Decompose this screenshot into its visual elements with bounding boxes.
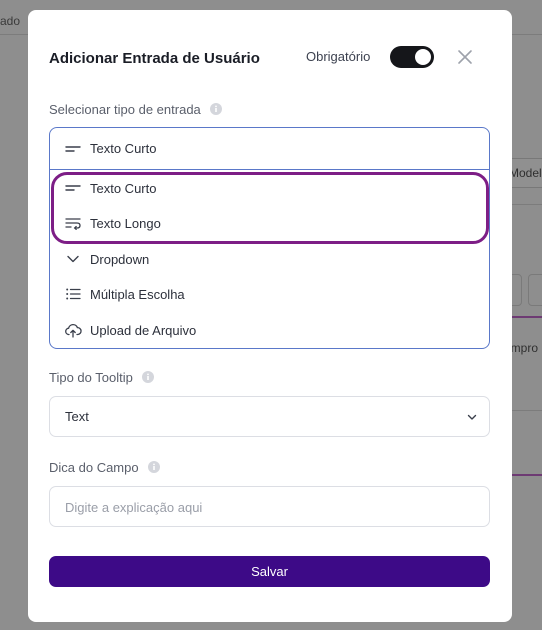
chevron-down-icon bbox=[467, 414, 477, 420]
input-type-current-value: Texto Curto bbox=[90, 141, 157, 156]
field-hint-input[interactable]: Digite a explicação aqui bbox=[49, 486, 490, 527]
tooltip-type-label: Tipo do Tooltip bbox=[49, 370, 155, 385]
background-box bbox=[528, 274, 542, 306]
chevron-down-icon bbox=[67, 255, 79, 263]
input-type-select[interactable]: Texto Curto Texto Curto Texto Longo Drop… bbox=[49, 127, 490, 349]
short-text-icon bbox=[65, 185, 81, 191]
option-file-upload[interactable]: Upload de Arquivo bbox=[50, 313, 489, 347]
field-hint-label-text: Dica do Campo bbox=[49, 460, 139, 475]
required-toggle[interactable] bbox=[390, 46, 434, 68]
field-hint-placeholder: Digite a explicação aqui bbox=[65, 500, 203, 515]
add-user-input-modal: Adicionar Entrada de Usuário Obrigatório… bbox=[28, 10, 512, 622]
info-icon[interactable] bbox=[210, 103, 223, 115]
list-icon bbox=[66, 288, 81, 300]
input-type-label: Selecionar tipo de entrada bbox=[49, 102, 223, 117]
background-divider bbox=[512, 410, 542, 411]
tooltip-type-label-text: Tipo do Tooltip bbox=[49, 370, 133, 385]
tooltip-type-select[interactable]: Text bbox=[49, 396, 490, 437]
background-accent-line bbox=[512, 474, 542, 476]
background-accent-line bbox=[512, 316, 542, 318]
field-hint-label: Dica do Campo bbox=[49, 460, 161, 475]
option-multiple-choice[interactable]: Múltipla Escolha bbox=[50, 277, 489, 311]
cloud-upload-icon bbox=[65, 323, 82, 338]
close-icon[interactable] bbox=[456, 48, 474, 66]
info-icon[interactable] bbox=[142, 371, 155, 383]
option-label: Upload de Arquivo bbox=[90, 323, 197, 338]
long-text-icon bbox=[65, 218, 81, 230]
modal-header: Adicionar Entrada de Usuário Obrigatório bbox=[49, 46, 492, 72]
background-text: ado bbox=[0, 14, 21, 28]
modal-title: Adicionar Entrada de Usuário bbox=[49, 50, 260, 67]
option-long-text[interactable]: Texto Longo bbox=[50, 206, 489, 240]
option-short-text[interactable]: Texto Curto bbox=[50, 171, 489, 205]
short-text-icon bbox=[65, 146, 81, 152]
option-dropdown[interactable]: Dropdown bbox=[50, 242, 489, 276]
option-label: Texto Curto bbox=[90, 181, 157, 196]
option-label: Texto Longo bbox=[90, 216, 161, 231]
input-type-current[interactable]: Texto Curto bbox=[50, 128, 489, 170]
toggle-knob bbox=[415, 49, 431, 65]
input-type-label-text: Selecionar tipo de entrada bbox=[49, 102, 201, 117]
tooltip-type-value: Text bbox=[65, 409, 89, 424]
required-label: Obrigatório bbox=[306, 49, 371, 64]
option-label: Dropdown bbox=[90, 252, 150, 267]
info-icon[interactable] bbox=[148, 461, 161, 473]
save-button[interactable]: Salvar bbox=[49, 556, 490, 587]
background-divider bbox=[512, 204, 542, 205]
option-label: Múltipla Escolha bbox=[90, 287, 185, 302]
